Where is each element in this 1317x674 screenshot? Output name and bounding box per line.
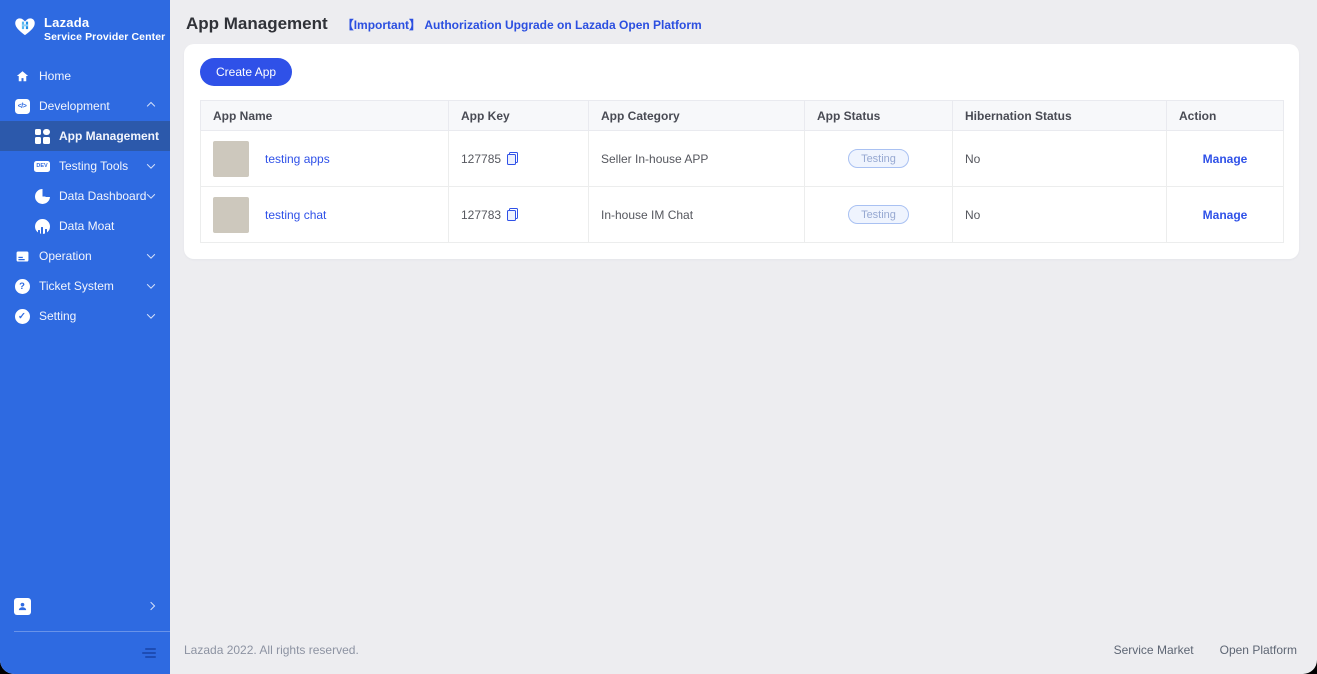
app-thumbnail [213,141,249,177]
sidebar-item-label: Operation [39,249,148,263]
sidebar-item-testing-tools[interactable]: DEV Testing Tools [0,151,170,181]
sidebar-item-setting[interactable]: ✓ Setting [0,301,170,331]
manage-link[interactable]: Manage [1203,152,1248,166]
sidebar-item-label: Data Moat [59,219,156,233]
sidebar: Lazada Service Provider Center Home </> … [0,0,170,674]
sidebar-item-label: Development [39,99,148,113]
sidebar-item-label: Data Dashboard [59,189,148,203]
sidebar-nav: Home </> Development App Management DEV [0,57,170,589]
code-icon: </> [14,98,30,114]
sidebar-user-row[interactable] [14,589,156,623]
app-thumbnail [213,197,249,233]
lazada-heart-logo-icon [14,16,36,41]
dev-badge-icon: DEV [34,158,50,174]
column-header-action: Action [1167,101,1284,131]
page-footer: Lazada 2022. All rights reserved. Servic… [170,626,1317,674]
chevron-down-icon [147,190,155,198]
app-category-value: In-house IM Chat [589,187,805,243]
chevron-down-icon [147,280,155,288]
sidebar-item-label: Home [39,69,156,83]
app-key-value: 127783 [461,208,501,222]
table-row: testing apps 127785 Seller In-house APP … [201,131,1284,187]
sidebar-item-operation[interactable]: Operation [0,241,170,271]
sidebar-bottom [0,589,170,674]
status-badge: Testing [848,149,909,168]
sidebar-item-data-dashboard[interactable]: Data Dashboard [0,181,170,211]
dashboard-icon [34,188,50,204]
hibernation-status-value: No [953,187,1167,243]
sidebar-item-label: Setting [39,309,148,323]
chevron-down-icon [147,250,155,258]
table-header-row: App Name App Key App Category App Status… [201,101,1284,131]
app-list-card: Create App App Name App Key App Category… [184,44,1299,259]
app-key-value: 127785 [461,152,501,166]
sidebar-item-ticket-system[interactable]: ? Ticket System [0,271,170,301]
page-title: App Management [186,14,328,34]
sidebar-item-label: Ticket System [39,279,148,293]
app-window: Lazada Service Provider Center Home </> … [0,0,1317,674]
lazada-logo: Lazada Service Provider Center [0,0,170,57]
logo-brand: Lazada [44,16,165,31]
gear-icon: ✓ [14,308,30,324]
sidebar-item-label: Testing Tools [59,159,148,173]
column-header-app-category: App Category [589,101,805,131]
column-header-app-key: App Key [449,101,589,131]
create-app-button[interactable]: Create App [200,58,292,86]
column-header-app-name: App Name [201,101,449,131]
table-row: testing chat 127783 In-house IM Chat Tes… [201,187,1284,243]
home-icon [14,68,30,84]
sidebar-item-label: App Management [59,129,159,143]
chevron-down-icon [147,310,155,318]
user-avatar-icon [14,598,31,615]
sidebar-item-app-management[interactable]: App Management [0,121,170,151]
column-header-hibernation-status: Hibernation Status [953,101,1167,131]
manage-link[interactable]: Manage [1203,208,1248,222]
column-header-app-status: App Status [805,101,953,131]
copy-icon[interactable] [507,152,518,165]
important-notice-link[interactable]: 【Important】 Authorization Upgrade on Laz… [342,16,702,33]
sidebar-item-data-moat[interactable]: Data Moat [0,211,170,241]
logo-text: Lazada Service Provider Center [44,16,165,43]
logo-subtitle: Service Provider Center [44,31,165,43]
apps-table: App Name App Key App Category App Status… [200,100,1284,243]
operation-icon [14,248,30,264]
footer-link-open-platform[interactable]: Open Platform [1220,643,1297,657]
menu-fold-icon[interactable] [142,648,156,658]
app-grid-icon [34,128,50,144]
sidebar-item-development[interactable]: </> Development [0,91,170,121]
question-icon: ? [14,278,30,294]
main-content: App Management 【Important】 Authorization… [170,0,1317,674]
footer-link-service-market[interactable]: Service Market [1114,643,1194,657]
app-name-link[interactable]: testing apps [265,152,330,166]
app-category-value: Seller In-house APP [589,131,805,187]
chevron-up-icon [147,102,155,110]
chevron-down-icon [147,160,155,168]
sidebar-item-home[interactable]: Home [0,61,170,91]
app-name-link[interactable]: testing chat [265,208,326,222]
page-header: App Management 【Important】 Authorization… [170,0,1317,44]
bar-chart-icon [34,218,50,234]
chevron-right-icon [147,602,155,610]
status-badge: Testing [848,205,909,224]
copyright-text: Lazada 2022. All rights reserved. [184,643,359,657]
hibernation-status-value: No [953,131,1167,187]
copy-icon[interactable] [507,208,518,221]
